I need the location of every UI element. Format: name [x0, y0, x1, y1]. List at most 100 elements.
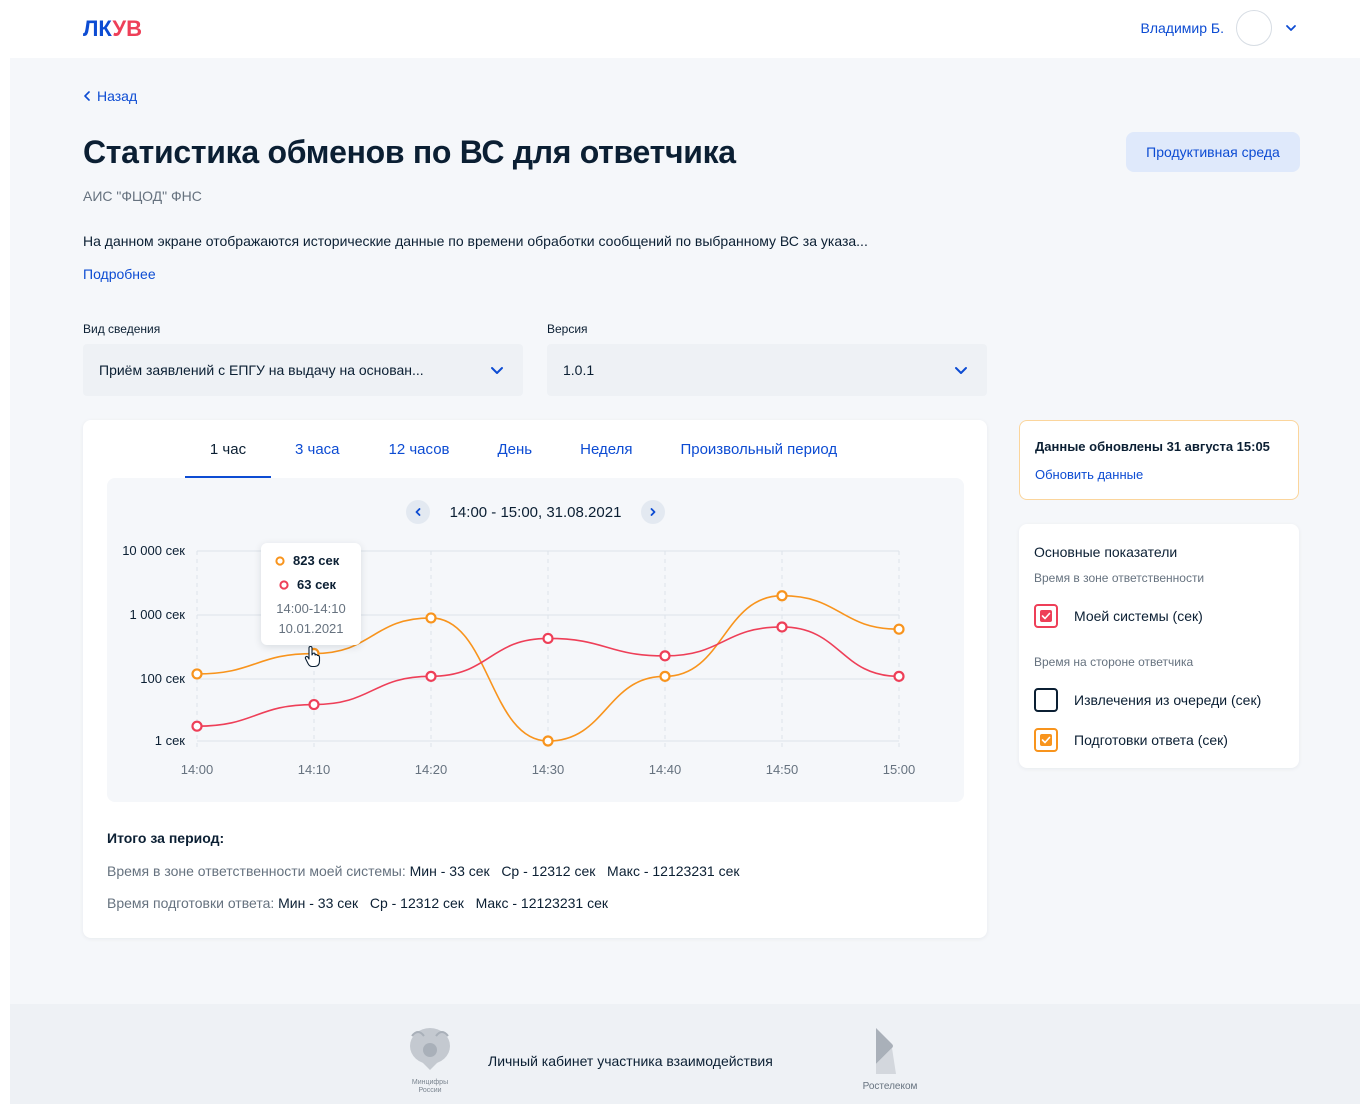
y-tick-label: 10 000 сек	[122, 543, 185, 558]
legend-item-label: Извлечения из очереди (сек)	[1074, 692, 1262, 708]
update-title: Данные обновлены 31 августа 15:05	[1035, 439, 1270, 454]
tooltip-row-orange: 823 сек	[275, 553, 339, 568]
data-point	[425, 670, 437, 682]
emblem-caption-2: России	[418, 1087, 442, 1094]
x-tick-label: 14:50	[766, 762, 799, 777]
totals-values: Мин - 33 сек Ср - 12312 сек Макс - 12123…	[409, 863, 740, 879]
x-tick-label: 14:40	[649, 762, 682, 777]
check-icon	[1040, 610, 1052, 622]
data-point	[893, 623, 905, 635]
x-tick-label: 14:20	[415, 762, 448, 777]
legend-group-2: Время на стороне ответчика	[1034, 655, 1194, 669]
partner-name: Ростелеком	[862, 1081, 918, 1092]
legend-group-1: Время в зоне ответственности	[1034, 571, 1205, 585]
orange-marker-icon	[275, 555, 285, 566]
y-tick-label: 1 000 сек	[129, 607, 185, 622]
tab-label: Произвольный период	[680, 440, 838, 458]
legend-item-system[interactable]: Моей системы (сек)	[1034, 604, 1203, 628]
user-menu[interactable]: Владимир Б.	[1141, 10, 1298, 46]
totals-title: Итого за период:	[107, 830, 225, 846]
totals-label: Время подготовки ответа:	[107, 895, 279, 911]
tab-label: 3 часа	[295, 440, 340, 458]
legend-card: Основные показатели Время в зоне ответст…	[1019, 524, 1299, 768]
page-title: Статистика обменов по ВС для ответчика	[83, 134, 736, 170]
back-label: Назад	[97, 88, 138, 104]
tab-label: 1 час	[209, 440, 247, 458]
data-point	[542, 632, 554, 645]
legend-item-response[interactable]: Подготовки ответа (сек)	[1034, 728, 1228, 752]
chevron-down-icon[interactable]	[1284, 21, 1298, 35]
back-link[interactable]: Назад	[83, 88, 137, 104]
tab-week[interactable]: Неделя	[580, 420, 632, 478]
refresh-data-link[interactable]: Обновить данные	[1035, 467, 1143, 482]
user-name[interactable]: Владимир Б.	[1141, 20, 1224, 36]
legend-item-label: Подготовки ответа (сек)	[1074, 732, 1228, 748]
data-point	[191, 720, 203, 732]
y-tick-label: 1 сек	[155, 733, 186, 748]
data-point	[776, 621, 788, 633]
tooltip-range: 14:00-14:10	[276, 601, 346, 616]
tooltip-red-value: 63 сек	[297, 577, 337, 592]
data-point	[308, 698, 320, 711]
checkbox-system[interactable]	[1034, 604, 1058, 628]
hand-cursor-icon	[304, 646, 321, 668]
legend-item-queue[interactable]: Извлечения из очереди (сек)	[1034, 688, 1261, 712]
kind-label: Вид сведения	[83, 322, 161, 336]
totals-values: Мин - 33 сек Ср - 12312 сек Макс - 12123…	[278, 895, 608, 911]
tooltip-orange-value: 823 сек	[293, 553, 340, 568]
tab-label: Неделя	[580, 440, 633, 458]
line-chart[interactable]: 10 000 сек 1 000 сек 100 сек 1 сек 14:00 14:1…	[107, 478, 964, 802]
totals-label: Время в зоне ответственности моей систем…	[107, 863, 410, 879]
data-point	[659, 670, 671, 682]
top-header: ЛКУВ Владимир Б.	[0, 0, 1360, 58]
data-point	[425, 612, 437, 624]
version-label: Версия	[547, 322, 588, 336]
legend-item-label: Моей системы (сек)	[1074, 608, 1203, 624]
legend-heading: Основные показатели	[1034, 544, 1178, 560]
kind-select[interactable]: Приём заявлений с ЕПГУ на выдачу на осно…	[83, 344, 523, 396]
tooltip-row-red: 63 сек	[279, 577, 336, 592]
logo-part-2: УВ	[112, 16, 142, 41]
logo[interactable]: ЛКУВ	[83, 16, 142, 42]
version-select-value: 1.0.1	[563, 362, 595, 378]
y-tick-label: 100 сек	[140, 671, 185, 686]
page-description: На данном экране отображаются историческ…	[83, 233, 868, 249]
page-subtitle: АИС "ФЦОД" ФНС	[83, 188, 202, 204]
tab-day[interactable]: День	[498, 420, 533, 478]
check-icon	[1040, 734, 1052, 746]
chart-panel: 14:00 - 15:00, 31.08.2021 10 000 сек 1 00…	[107, 478, 964, 802]
data-point	[191, 668, 203, 680]
tab-label: День	[497, 440, 533, 458]
x-tick-label: 15:00	[883, 762, 916, 777]
kind-select-value: Приём заявлений с ЕПГУ на выдачу на осно…	[99, 362, 424, 378]
more-link[interactable]: Подробнее	[83, 266, 156, 282]
rostelecom-logo-icon	[876, 1028, 896, 1074]
eagle-emblem-icon	[410, 1028, 450, 1070]
tab-3h[interactable]: 3 часа	[295, 420, 340, 478]
checkbox-queue[interactable]	[1034, 688, 1058, 712]
data-point	[659, 650, 671, 662]
checkbox-response[interactable]	[1034, 728, 1058, 752]
chevron-down-icon	[955, 367, 967, 374]
totals-line-system: Время в зоне ответственности моей систем…	[107, 863, 739, 879]
tab-label: 12 часов	[388, 440, 450, 458]
period-tabs: 1 час 3 часа 12 часов День Неделя Произв…	[185, 420, 837, 478]
totals-line-response: Время подготовки ответа: Мин - 33 сек Ср…	[107, 895, 608, 911]
ministry-emblem: Минцифры России	[400, 1024, 460, 1096]
tab-custom[interactable]: Произвольный период	[680, 420, 837, 478]
avatar[interactable]	[1236, 10, 1272, 46]
tab-12h[interactable]: 12 часов	[389, 420, 450, 478]
partner-logo[interactable]: Ростелеком	[852, 1024, 928, 1096]
version-select[interactable]: 1.0.1	[547, 344, 987, 396]
chevron-left-icon	[84, 91, 90, 101]
x-tick-label: 14:10	[298, 762, 331, 777]
tooltip-date: 10.01.2021	[278, 621, 344, 636]
red-marker-icon	[279, 579, 289, 590]
emblem-caption-1: Минцифры	[411, 1079, 449, 1086]
tab-1h[interactable]: 1 час	[185, 420, 271, 478]
chart-card: 1 час 3 часа 12 часов День Неделя Произв…	[83, 420, 987, 938]
footer-text: Личный кабинет участника взаимодействия	[488, 1053, 773, 1069]
environment-badge[interactable]: Продуктивная среда	[1126, 132, 1300, 172]
chevron-down-icon	[491, 367, 503, 374]
data-point	[542, 735, 554, 747]
